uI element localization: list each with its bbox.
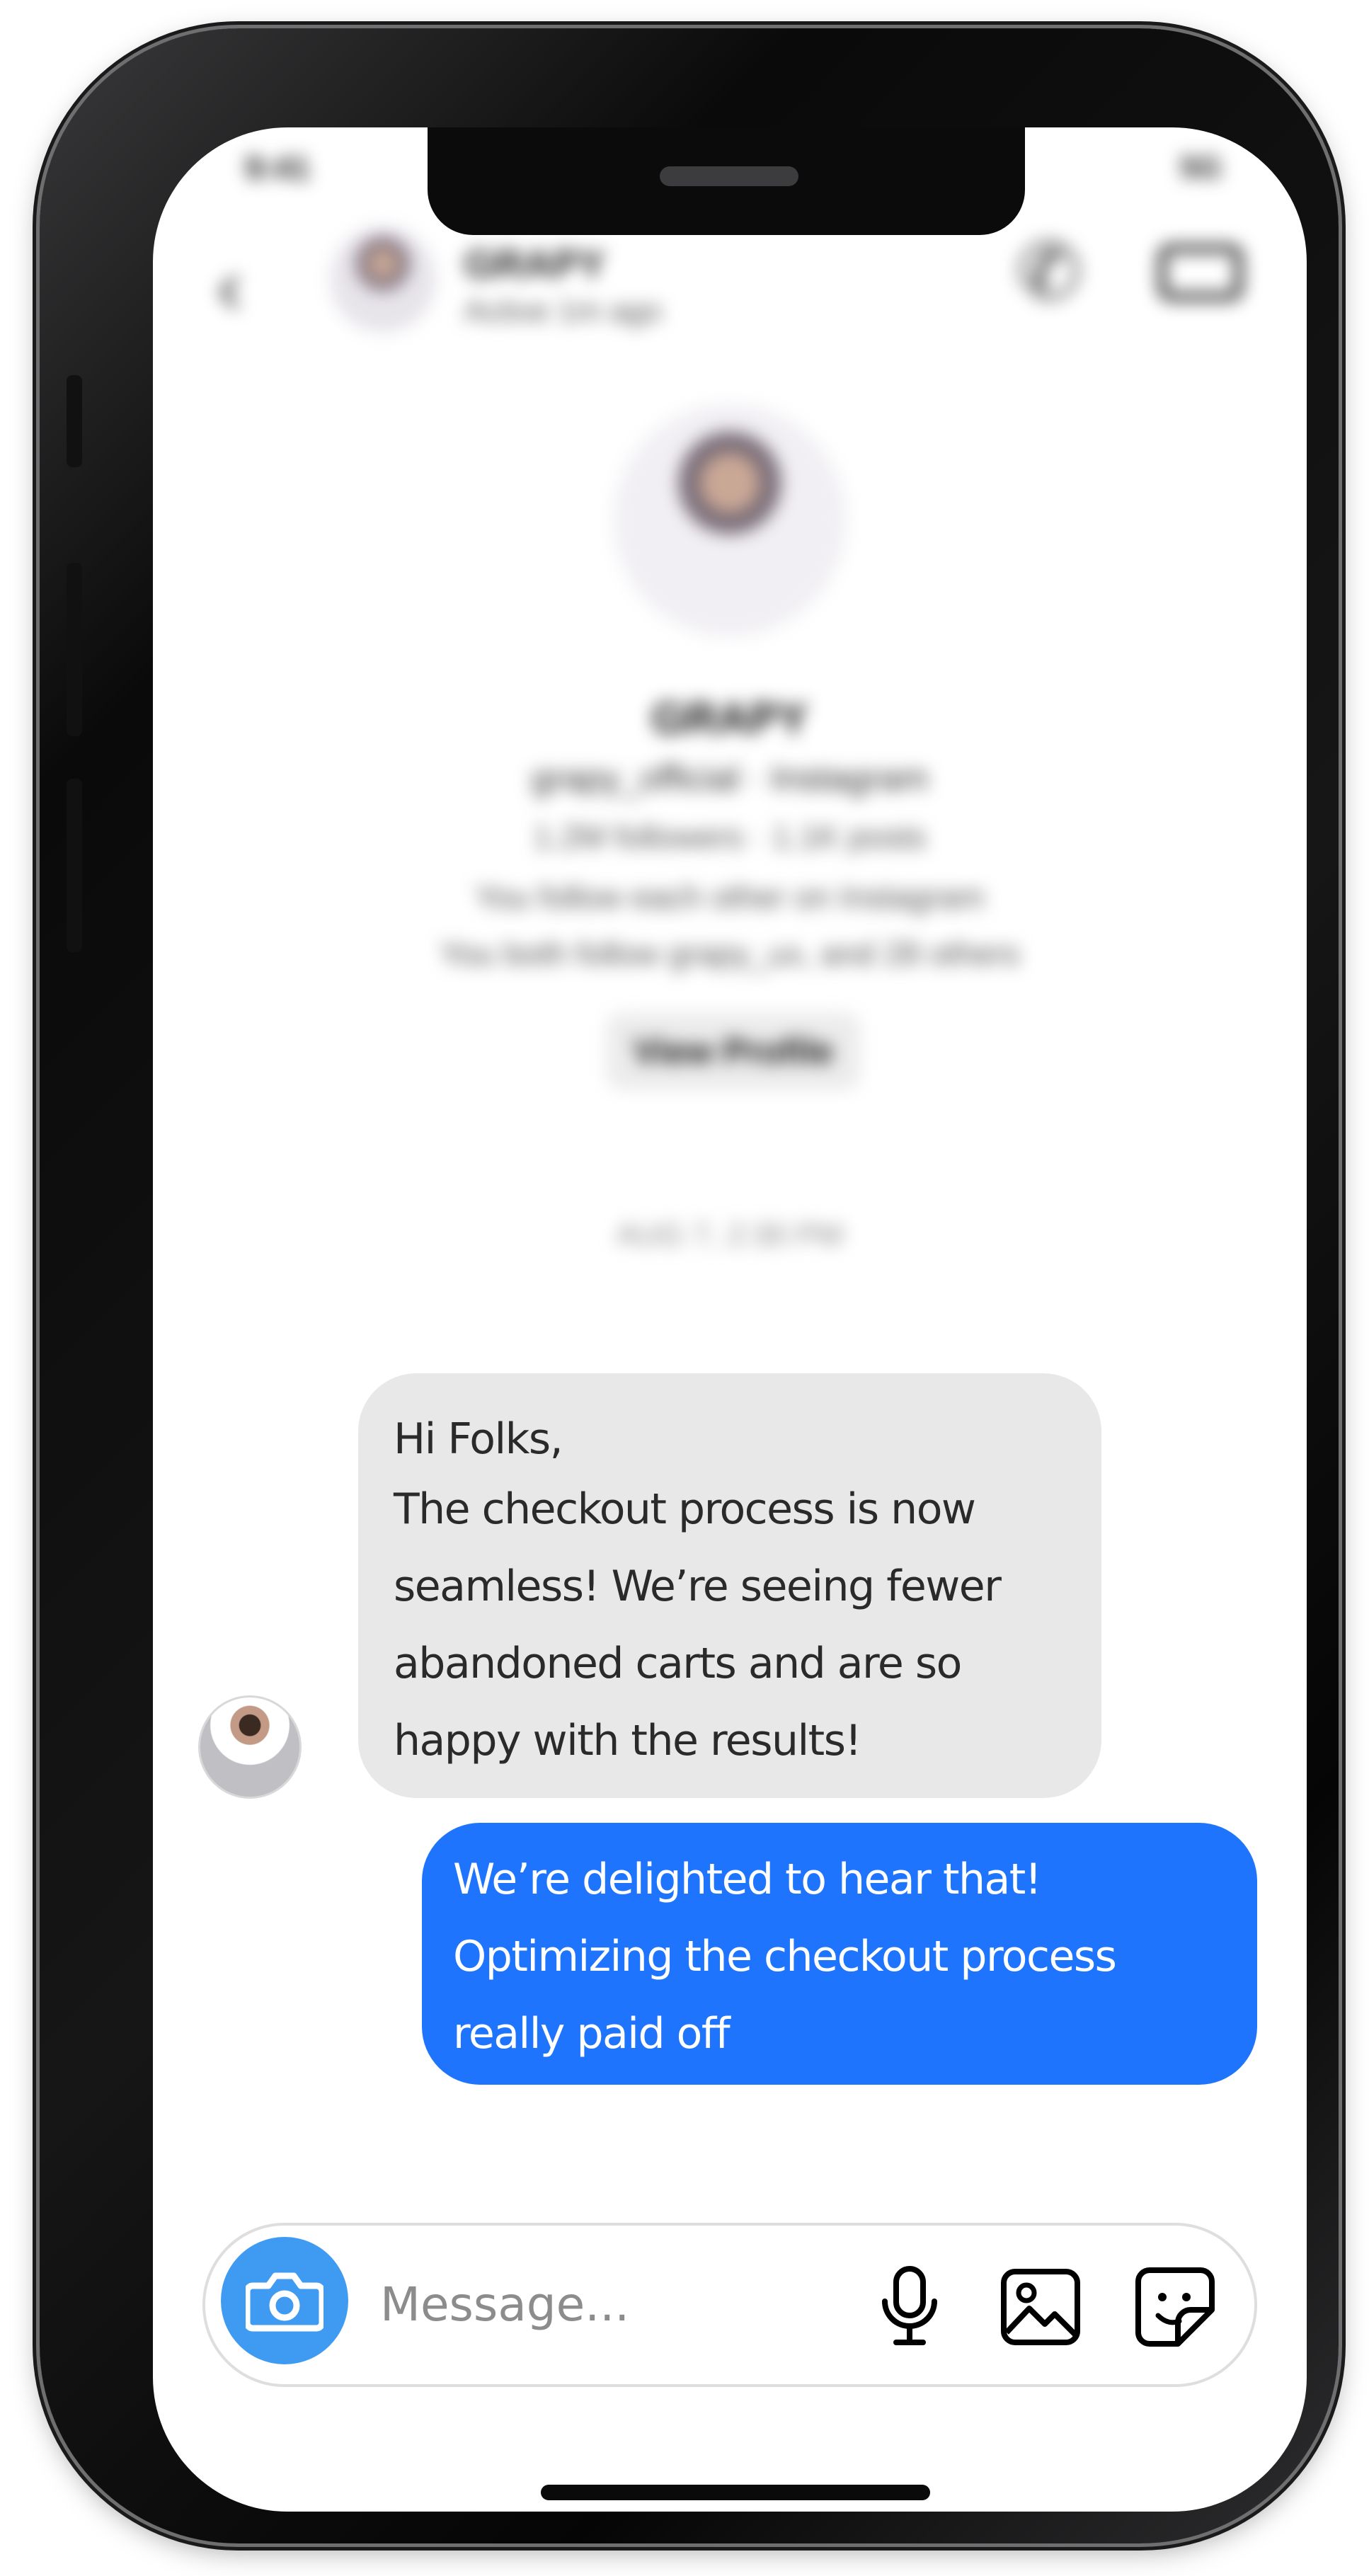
volume-up-button [67, 563, 82, 736]
phone-frame: 9:41 5G ‹ GRAPY Active 1m ago ✆ GRAPY gr… [40, 28, 1339, 2543]
camera-button[interactable] [221, 2237, 348, 2364]
profile-handle: grapy_official · Instagram [531, 758, 929, 798]
message-line: really paid off [453, 2009, 731, 2059]
message-line: The checkout process is now [394, 1484, 976, 1534]
message-composer [202, 2223, 1257, 2387]
phone-icon[interactable]: ✆ [1016, 234, 1082, 311]
status-indicators: 5G [1180, 150, 1222, 185]
message-line: We’re delighted to hear that! [453, 1855, 1042, 1904]
microphone-icon[interactable] [867, 2265, 952, 2349]
status-time: 9:41 [245, 149, 311, 186]
home-indicator[interactable] [541, 2485, 930, 2500]
video-icon[interactable] [1158, 244, 1243, 301]
message-line: happy with the results! [394, 1716, 862, 1765]
contact-avatar[interactable] [330, 227, 436, 333]
camera-icon [246, 2272, 323, 2332]
profile-name: GRAPY [651, 694, 808, 743]
profile-follow-note: You follow each other on Instagram [475, 878, 985, 915]
contact-name[interactable]: GRAPY [464, 241, 605, 287]
outgoing-message-bubble[interactable]: We’re delighted to hear that! Optimizing… [422, 1823, 1257, 2085]
message-input[interactable] [379, 2265, 835, 2344]
profile-stats: 1.2M followers · 1.1K posts [533, 818, 927, 855]
profile-mutual-note: You both follow grapy_ux, and 28 others [440, 935, 1020, 972]
sender-avatar[interactable] [198, 1695, 302, 1799]
gallery-icon[interactable] [998, 2265, 1083, 2349]
back-arrow-icon[interactable]: ‹ [217, 248, 243, 326]
speaker-grille [660, 166, 798, 186]
message-line: seamless! We’re seeing fewer [394, 1562, 1002, 1611]
thread-timestamp: AUG 7, 2:30 PM [616, 1218, 844, 1252]
profile-avatar[interactable] [613, 403, 847, 637]
phone-screen: 9:41 5G ‹ GRAPY Active 1m ago ✆ GRAPY gr… [153, 127, 1307, 2512]
message-line: Optimizing the checkout process [453, 1932, 1117, 1981]
contact-status: Active 1m ago [464, 294, 662, 328]
volume-down-button [67, 779, 82, 952]
message-line: Hi Folks, [394, 1414, 563, 1464]
blurred-chat-header: 9:41 5G ‹ GRAPY Active 1m ago ✆ GRAPY gr… [153, 127, 1307, 1373]
message-line: abandoned carts and are so [394, 1639, 962, 1688]
view-profile-button[interactable]: View Profile [606, 1012, 861, 1090]
sticker-icon[interactable] [1133, 2265, 1218, 2349]
incoming-message-bubble[interactable]: Hi Folks, The checkout process is now se… [358, 1373, 1101, 1798]
silent-switch [67, 375, 82, 467]
